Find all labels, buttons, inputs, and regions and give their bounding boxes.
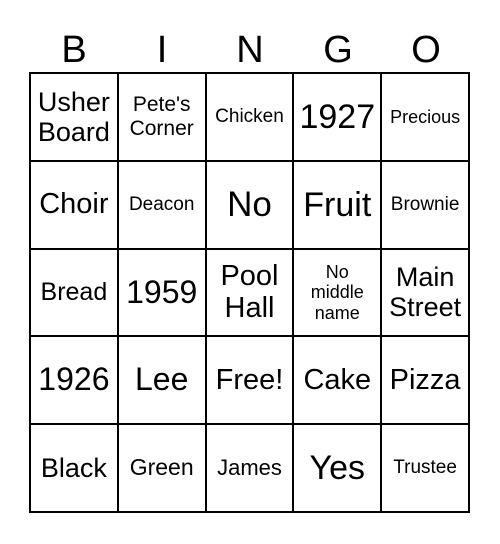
bingo-cell[interactable]: Brownie xyxy=(381,160,469,249)
cell-label: 1926 xyxy=(38,361,110,398)
cell-label: Main Street xyxy=(389,262,462,323)
bingo-cell[interactable]: Black xyxy=(30,424,118,512)
bingo-cell[interactable]: Deacon xyxy=(117,160,206,249)
bingo-cell[interactable]: Usher Board xyxy=(30,73,118,161)
bingo-cell[interactable]: No xyxy=(205,160,294,249)
cell-label: Free! xyxy=(215,364,284,397)
header-letter-b: B xyxy=(61,29,87,71)
cell-label: Green xyxy=(129,454,194,481)
bingo-cell[interactable]: Cake xyxy=(293,336,382,425)
header-letter-o: O xyxy=(411,29,441,71)
cell-label: Bread xyxy=(40,278,108,307)
cell-label: Chicken xyxy=(215,106,284,128)
cell-label: Trustee xyxy=(393,457,457,479)
header-letter-g: G xyxy=(323,29,353,71)
cell-label: No middle name xyxy=(310,262,364,323)
cell-label: No xyxy=(227,185,272,225)
bingo-grid: Usher Board Pete's Corner Chicken 1927 Preci… xyxy=(29,72,470,513)
bingo-cell[interactable]: Free! xyxy=(205,336,294,425)
bingo-cell[interactable]: Trustee xyxy=(381,424,469,512)
bingo-cell[interactable]: Main Street xyxy=(381,248,469,337)
cell-label: James xyxy=(217,454,282,480)
cell-label: Black xyxy=(40,452,107,483)
cell-label: Pete's Corner xyxy=(129,93,194,140)
cell-label: Precious xyxy=(390,106,461,127)
cell-label: Brownie xyxy=(390,194,460,216)
header-letter-i: I xyxy=(156,29,168,71)
bingo-cell[interactable]: Bread xyxy=(30,248,118,337)
cell-label: Pizza xyxy=(389,364,461,397)
bingo-cell[interactable]: Fruit xyxy=(293,160,382,249)
cell-label: Lee xyxy=(135,361,189,398)
cell-label: Fruit xyxy=(303,185,372,224)
bingo-cell[interactable]: Chicken xyxy=(205,73,294,161)
cell-label: Pool Hall xyxy=(220,260,279,325)
cell-label: Choir xyxy=(39,188,109,221)
bingo-cell[interactable]: Lee xyxy=(117,336,206,425)
bingo-header: B I N G O xyxy=(30,28,470,72)
bingo-cell[interactable]: James xyxy=(205,424,294,512)
bingo-cell[interactable]: Pool Hall xyxy=(205,248,294,337)
cell-label: Deacon xyxy=(128,194,195,216)
bingo-cell[interactable]: Green xyxy=(117,424,206,512)
bingo-cell[interactable]: No middle name xyxy=(293,248,382,337)
bingo-cell[interactable]: Pete's Corner xyxy=(117,73,206,161)
bingo-cell[interactable]: 1927 xyxy=(293,73,382,161)
bingo-cell[interactable]: Yes xyxy=(293,424,382,512)
bingo-cell[interactable]: 1959 xyxy=(117,248,206,337)
cell-label: 1927 xyxy=(299,97,376,136)
cell-label: Yes xyxy=(309,449,366,488)
header-letter-n: N xyxy=(236,29,264,71)
cell-label: Cake xyxy=(303,364,372,397)
cell-label: Usher Board xyxy=(37,86,110,147)
bingo-cell[interactable]: 1926 xyxy=(30,336,118,425)
bingo-cell[interactable]: Precious xyxy=(381,73,469,161)
cell-label: 1959 xyxy=(126,273,198,310)
bingo-cell[interactable]: Pizza xyxy=(381,336,469,425)
bingo-cell[interactable]: Choir xyxy=(30,160,118,249)
